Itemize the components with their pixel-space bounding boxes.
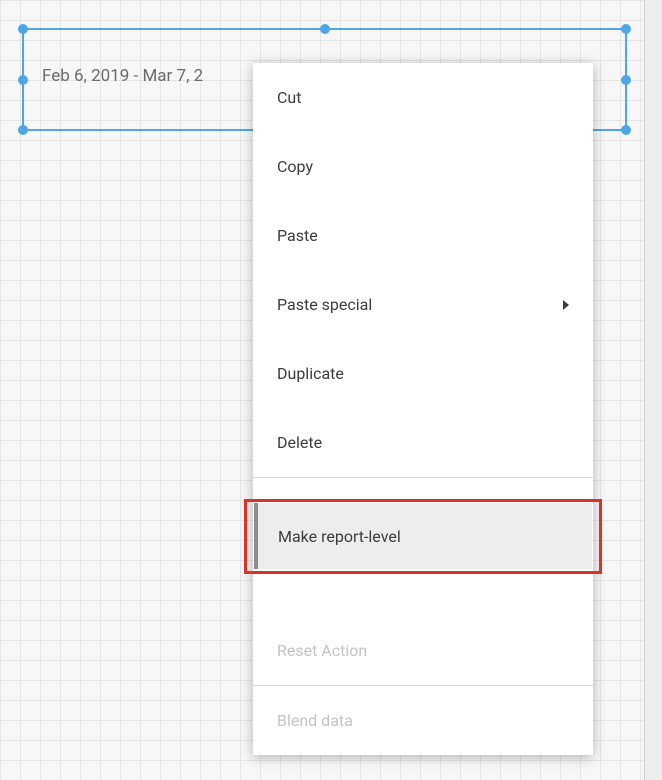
menu-item-cut[interactable]: Cut — [253, 63, 593, 132]
date-range-label: Feb 6, 2019 - Mar 7, 2 — [42, 66, 203, 86]
menu-item-delete[interactable]: Delete — [253, 408, 593, 477]
menu-item-label: Blend data — [277, 711, 353, 730]
menu-item-blend-data: Blend data — [253, 686, 593, 755]
menu-item-label: Cut — [277, 88, 301, 107]
menu-item-duplicate[interactable]: Duplicate — [253, 339, 593, 408]
menu-item-label: Duplicate — [277, 364, 344, 383]
resize-handle-mid-left[interactable] — [18, 75, 28, 85]
menu-item-label: Make report-level — [278, 527, 401, 546]
menu-item-label: Copy — [277, 157, 313, 176]
resize-handle-top-right[interactable] — [621, 24, 631, 34]
resize-handle-top-mid[interactable] — [320, 24, 330, 34]
side-panel-edge — [645, 0, 662, 780]
chevron-right-icon — [563, 300, 569, 310]
menu-item-make-report-level[interactable]: Make report-level — [254, 503, 592, 569]
resize-handle-bottom-right[interactable] — [621, 125, 631, 135]
menu-item-label: Delete — [277, 433, 322, 452]
resize-handle-mid-right[interactable] — [621, 75, 631, 85]
menu-item-reset-action: Reset Action — [253, 616, 593, 685]
resize-handle-bottom-left[interactable] — [18, 125, 28, 135]
menu-item-label: Paste — [277, 226, 318, 245]
menu-item-copy[interactable]: Copy — [253, 132, 593, 201]
menu-item-label: Paste special — [277, 295, 372, 314]
menu-item-paste[interactable]: Paste — [253, 201, 593, 270]
menu-item-label: Reset Action — [277, 641, 367, 660]
resize-handle-top-left[interactable] — [18, 24, 28, 34]
context-menu: Cut Copy Paste Paste special Duplicate D… — [253, 63, 593, 755]
menu-item-paste-special[interactable]: Paste special — [253, 270, 593, 339]
